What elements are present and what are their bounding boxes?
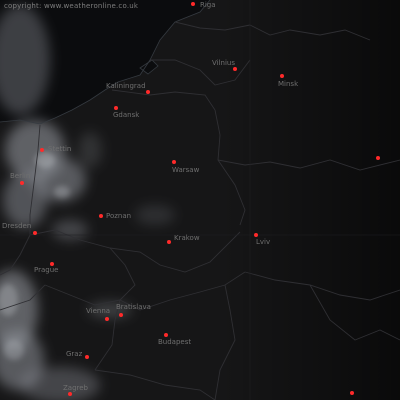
city-label-gdansk: Gdansk (113, 111, 140, 119)
city-label-dresden: Dresden (2, 222, 32, 230)
city-dot-kyiv (376, 156, 380, 160)
map-base-layer (0, 0, 400, 400)
city-dot-zagreb (68, 392, 72, 396)
city-dot-krakow (167, 240, 171, 244)
city-label-minsk: Minsk (278, 80, 299, 88)
city-label-lviv: Lviv (256, 238, 271, 246)
city-label-krakow: Krakow (174, 234, 200, 242)
city-label-vienna: Vienna (86, 307, 111, 315)
city-dot-vilnius (233, 67, 237, 71)
city-dot-riga (191, 2, 195, 6)
city-label-prague: Prague (34, 266, 59, 274)
city-dot-bratislava (119, 313, 123, 317)
copyright-notice: copyright: www.weatheronline.co.uk (4, 2, 139, 10)
city-dot-poznan (99, 214, 103, 218)
city-dot-lviv (254, 233, 258, 237)
city-dot-iasi (350, 391, 354, 395)
city-label-riga: Riga (200, 1, 216, 9)
city-label-graz: Graz (66, 350, 83, 358)
city-dot-szczecin (40, 148, 44, 152)
city-label-poznan: Poznan (106, 212, 132, 220)
night-shading (220, 0, 400, 400)
city-label-zagreb: Zagreb (63, 384, 89, 392)
city-dot-graz (85, 355, 89, 359)
city-label-vilnius: Vilnius (212, 59, 235, 67)
city-label-bratislava: Bratislava (116, 303, 151, 311)
city-dot-kaliningrad (146, 90, 150, 94)
city-dot-berlin (20, 181, 24, 185)
city-label-szczecin: Stettin (48, 145, 72, 153)
satellite-map: copyright: www.weatheronline.co.uk Riga … (0, 0, 400, 400)
city-dot-warsaw (172, 160, 176, 164)
city-dot-budapest (164, 333, 168, 337)
city-label-budapest: Budapest (158, 338, 192, 346)
city-label-berlin: Berlin (10, 172, 31, 180)
city-dot-minsk (280, 74, 284, 78)
city-dot-dresden (33, 231, 37, 235)
city-label-warsaw: Warsaw (172, 166, 200, 174)
city-dot-vienna (105, 317, 109, 321)
city-label-kaliningrad: Kaliningrad (106, 82, 146, 90)
city-dot-gdansk (114, 106, 118, 110)
